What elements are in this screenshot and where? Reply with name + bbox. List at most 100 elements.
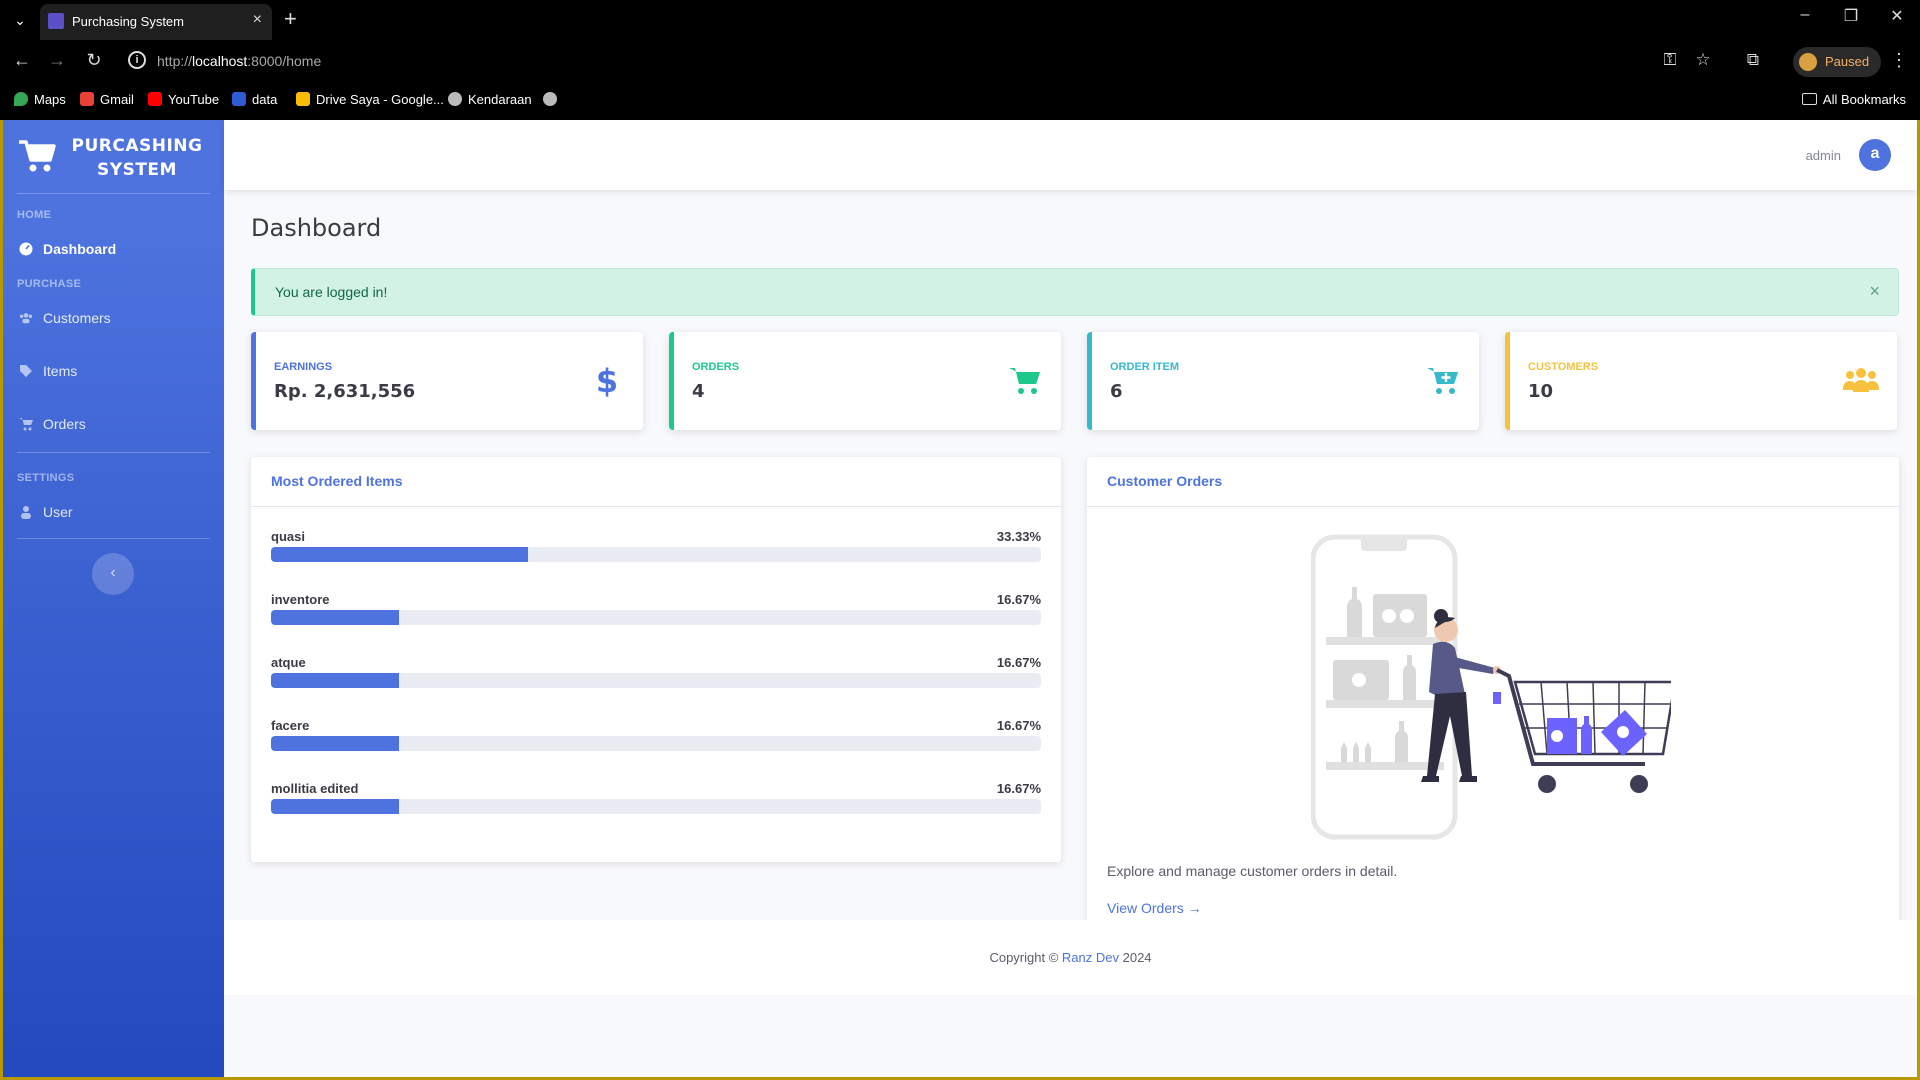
bookmark-kendaraan[interactable]: Kendaraan	[448, 92, 532, 107]
maps-pin-icon	[14, 92, 28, 106]
footer-brand-link[interactable]: Ranz Dev	[1062, 950, 1119, 965]
password-key-icon[interactable]: ⚿	[1658, 50, 1682, 70]
sidebar-toggle-button[interactable]: ‹	[92, 553, 134, 595]
footer: Copyright © Ranz Dev 2024	[224, 920, 1917, 995]
stat-card-order-item: ORDER ITEM 6	[1087, 332, 1479, 430]
profile-status: Paused	[1825, 54, 1870, 69]
sidebar-item-orders[interactable]: Orders	[17, 413, 210, 437]
sidebar-item-customers[interactable]: Customers	[17, 307, 210, 331]
stat-value: 10	[1528, 381, 1554, 402]
profile-button[interactable]: Paused	[1793, 47, 1881, 77]
progress-item-name: facere	[271, 718, 310, 733]
profile-avatar	[1799, 53, 1817, 71]
progress-bar-fill	[271, 799, 400, 814]
progress-track	[271, 799, 1041, 814]
restore-icon[interactable]: ❐	[1831, 6, 1871, 26]
stat-card-customers: CUSTOMERS 10	[1505, 332, 1897, 430]
view-orders-link[interactable]: View Orders →	[1107, 900, 1202, 916]
progress-item-name: quasi	[271, 529, 305, 544]
url-field[interactable]: http://localhost:8000/home	[157, 53, 321, 69]
sidebar-brand[interactable]: PURCASHING SYSTEM	[3, 120, 224, 190]
sidebar-heading-settings: SETTINGS	[17, 472, 75, 484]
tab-close-icon[interactable]: ×	[253, 11, 262, 29]
gmail-icon	[80, 92, 94, 106]
stat-label: ORDER ITEM	[1110, 361, 1180, 373]
address-bar: ← → ↻ i http://localhost:8000/home ⚿ ☆ ⧉…	[0, 40, 1920, 84]
ieee-icon	[232, 92, 246, 106]
topbar: admin a	[224, 120, 1917, 190]
progress-row: atque 16.67%	[271, 655, 1041, 705]
brand-line-2: SYSTEM	[97, 160, 177, 180]
progress-percent: 16.67%	[996, 781, 1041, 796]
sidebar-item-user[interactable]: User	[17, 501, 210, 525]
bookmark-drive[interactable]: Drive Saya - Google...	[296, 92, 444, 107]
bookmark-globe[interactable]	[543, 92, 563, 107]
youtube-icon	[148, 92, 162, 106]
site-info-icon[interactable]: i	[128, 51, 146, 69]
progress-bar-fill	[271, 610, 400, 625]
minimize-icon[interactable]: –	[1785, 6, 1825, 24]
sidebar: PURCASHING SYSTEM HOME Dashboard PURCHAS…	[3, 120, 224, 1077]
bookmark-maps[interactable]: Maps	[14, 92, 66, 107]
alert-close-icon[interactable]: ×	[1869, 281, 1880, 302]
card-header: Customer Orders	[1087, 457, 1899, 507]
browser-menu-icon[interactable]: ⋮	[1890, 50, 1908, 71]
users-icon	[19, 313, 33, 324]
browser-tab[interactable]: Purchasing System ×	[40, 4, 272, 40]
stat-label: EARNINGS	[274, 361, 333, 373]
progress-item-name: mollitia edited	[271, 781, 359, 796]
bookmark-youtube[interactable]: YouTube	[148, 92, 219, 107]
user-avatar[interactable]: a	[1859, 139, 1891, 171]
tab-title: Purchasing System	[72, 14, 184, 29]
extensions-icon[interactable]: ⧉	[1741, 50, 1765, 70]
progress-bar-fill	[271, 736, 400, 751]
card-title: Customer Orders	[1107, 473, 1223, 489]
reload-icon[interactable]: ↻	[82, 50, 106, 71]
progress-row: inventore 16.67%	[271, 592, 1041, 642]
brand-title: PURCASHING SYSTEM	[67, 134, 207, 182]
stat-card-earnings: EARNINGS Rp. 2,631,556 $	[251, 332, 643, 430]
bookmark-label: YouTube	[168, 92, 220, 107]
tab-favicon-icon	[48, 13, 64, 29]
sidebar-divider	[17, 452, 210, 453]
copyright-text: Copyright © Ranz Dev 2024	[224, 950, 1917, 965]
user-name[interactable]: admin	[1806, 148, 1841, 163]
new-tab-icon[interactable]: +	[284, 6, 297, 32]
sidebar-divider	[17, 193, 210, 194]
progress-item-name: atque	[271, 655, 306, 670]
url-scheme: http://	[157, 53, 193, 69]
progress-row: quasi 33.33%	[271, 529, 1041, 579]
all-bookmarks[interactable]: All Bookmarks	[1801, 92, 1906, 107]
bookmark-label: data	[252, 92, 278, 107]
shopping-illustration	[1311, 534, 1671, 840]
progress-bar-fill	[271, 547, 528, 562]
progress-track	[271, 673, 1041, 688]
folder-icon	[1801, 93, 1817, 105]
browser-tab-bar: ⌄ Purchasing System × + – ❐ ✕	[0, 0, 1920, 40]
customer-orders-card: Customer Orders Explore and manage custo…	[1087, 457, 1899, 942]
bookmark-data[interactable]: data	[232, 92, 277, 107]
brand-line-1: PURCASHING	[71, 136, 203, 156]
close-window-icon[interactable]: ✕	[1877, 6, 1917, 26]
users-icon	[1843, 368, 1879, 392]
sidebar-item-dashboard[interactable]: Dashboard	[17, 238, 210, 262]
most-ordered-card: Most Ordered Items quasi 33.33% inventore 1…	[251, 457, 1061, 862]
globe-icon	[543, 92, 557, 106]
stat-label: CUSTOMERS	[1528, 361, 1599, 373]
all-bookmarks-label: All Bookmarks	[1822, 92, 1906, 107]
sidebar-item-items[interactable]: Items	[17, 360, 210, 384]
stat-label: ORDERS	[692, 361, 740, 373]
sidebar-item-label: Items	[43, 363, 78, 379]
forward-icon[interactable]: →	[45, 50, 69, 71]
progress-track	[271, 547, 1041, 562]
bookmark-label: Kendaraan	[468, 92, 532, 107]
sidebar-heading-purchase: PURCHASE	[17, 278, 82, 290]
back-icon[interactable]: ←	[10, 50, 34, 71]
bookmark-star-icon[interactable]: ☆	[1691, 50, 1715, 70]
copyright-prefix: Copyright ©	[989, 950, 1059, 965]
tab-search-icon[interactable]: ⌄	[10, 10, 30, 30]
bookmark-label: Gmail	[100, 92, 134, 107]
bookmark-gmail[interactable]: Gmail	[80, 92, 134, 107]
stat-value: 4	[692, 381, 705, 402]
url-path: :8000/home	[247, 53, 322, 69]
